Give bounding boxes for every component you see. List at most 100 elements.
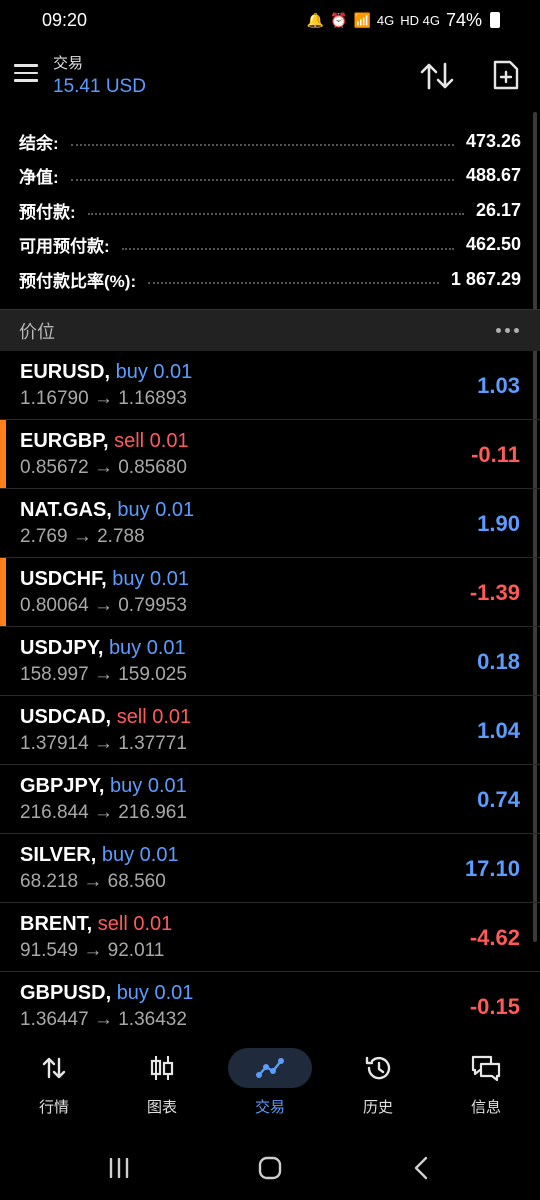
dotted-leader: [121, 247, 454, 250]
summary-value: 473.26: [465, 130, 521, 151]
position-symbol: USDJPY,: [20, 637, 104, 659]
nav-chart[interactable]: 图表: [108, 1038, 216, 1128]
app-header: 交易 15.41 USD: [0, 40, 540, 112]
dotted-leader: [87, 213, 464, 216]
position-side: buy 0.01: [101, 844, 179, 866]
position-profit: 1.90: [477, 511, 520, 536]
position-side: buy 0.01: [108, 637, 186, 659]
position-profit: -0.15: [469, 994, 520, 1019]
nav-label: 历史: [362, 1099, 393, 1116]
summary-value: 1 867.29: [450, 268, 521, 289]
summary-row: 可用预付款: 462.50: [0, 228, 540, 263]
position-row[interactable]: SILVER, buy 0.01 68.218 → 68.560 17.10: [0, 834, 540, 903]
account-summary: 结余: 473.26 净值: 488.67 预付款: 26.17 可用预付款: …: [0, 124, 540, 297]
nav-label: 信息: [470, 1099, 501, 1116]
summary-value: 462.50: [465, 234, 521, 255]
position-profit: 17.10: [464, 856, 520, 881]
status-icons: 🔔 ⏰ 📶 4G HD 4G 74%: [307, 10, 500, 31]
positions-section-header: 价位: [0, 309, 540, 351]
position-side: sell 0.01: [114, 430, 189, 452]
bottom-navigation: 行情 图表 交易 历史 信息: [0, 1038, 540, 1128]
trade-icon: [256, 1058, 284, 1078]
summary-label: 可用预付款:: [19, 237, 110, 257]
position-row[interactable]: EURGBP, sell 0.01 0.85672 → 0.85680 -0.1…: [0, 420, 540, 489]
position-symbol: EURGBP,: [20, 430, 109, 452]
nav-label: 行情: [38, 1099, 69, 1116]
summary-row: 预付款比率(%): 1 867.29: [0, 262, 540, 297]
position-prices: 1.36447 → 1.36432: [20, 1009, 187, 1027]
summary-row: 结余: 473.26: [0, 124, 540, 159]
summary-value: 488.67: [465, 165, 521, 186]
position-prices: 2.769 → 2.788: [20, 526, 145, 547]
position-symbol: BRENT,: [20, 913, 93, 935]
position-row[interactable]: BRENT, sell 0.01 91.549 → 92.011 -4.62: [0, 903, 540, 972]
position-row[interactable]: NAT.GAS, buy 0.01 2.769 → 2.788 1.90: [0, 489, 540, 558]
notification-icon: 🔔: [306, 11, 325, 28]
battery-percent: 74%: [445, 9, 482, 30]
chart-icon: [150, 1056, 174, 1080]
dotted-leader: [70, 144, 454, 147]
sort-arrows-icon[interactable]: [420, 62, 454, 90]
position-prices: 158.997 → 159.025: [20, 664, 187, 685]
position-prices: 1.16790 → 1.16893: [20, 388, 187, 409]
position-side: sell 0.01: [97, 913, 173, 935]
nav-trade[interactable]: 交易: [216, 1038, 324, 1128]
quotes-icon: [42, 1057, 66, 1079]
position-symbol: EURUSD,: [20, 361, 111, 383]
position-profit: 0.74: [477, 787, 520, 812]
network-2-label: HD 4G: [400, 12, 440, 28]
home-icon[interactable]: [258, 1156, 282, 1180]
position-side: sell 0.01: [116, 706, 192, 728]
position-prices: 216.844 → 216.961: [20, 802, 187, 823]
summary-label: 预付款比率(%):: [19, 271, 137, 291]
messages-icon: [471, 1055, 501, 1082]
position-side: buy 0.01: [112, 568, 189, 590]
position-row[interactable]: USDCAD, sell 0.01 1.37914 → 1.37771 1.04: [0, 696, 540, 765]
nav-history[interactable]: 历史: [324, 1038, 432, 1128]
system-navigation: [0, 1140, 540, 1200]
position-symbol: SILVER,: [20, 844, 97, 866]
position-row[interactable]: GBPUSD, buy 0.01 1.36447 → 1.36432 -0.15: [0, 972, 540, 1027]
nav-label: 图表: [146, 1099, 177, 1116]
wifi-icon: 📶: [353, 11, 371, 28]
position-marker: [0, 420, 6, 488]
position-profit: 1.03: [477, 373, 520, 398]
position-symbol: GBPJPY,: [20, 775, 105, 797]
recent-apps-icon[interactable]: [107, 1158, 131, 1178]
position-side: buy 0.01: [116, 982, 194, 1004]
nav-messages[interactable]: 信息: [432, 1038, 540, 1128]
summary-row: 净值: 488.67: [0, 159, 540, 194]
menu-icon[interactable]: [14, 64, 38, 82]
position-prices: 1.37914 → 1.37771: [20, 733, 187, 754]
position-profit: -4.62: [469, 925, 520, 950]
summary-row: 预付款: 26.17: [0, 193, 540, 228]
position-row[interactable]: GBPJPY, buy 0.01 216.844 → 216.961 0.74: [0, 765, 540, 834]
summary-label: 净值:: [19, 168, 59, 188]
more-options-icon[interactable]: [496, 328, 519, 333]
position-row[interactable]: USDJPY, buy 0.01 158.997 → 159.025 0.18: [0, 627, 540, 696]
position-side: buy 0.01: [115, 361, 193, 383]
position-symbol: USDCAD,: [20, 706, 112, 728]
position-prices: 0.85672 → 0.85680: [20, 457, 187, 478]
position-symbol: USDCHF,: [20, 568, 107, 590]
position-prices: 68.218 → 68.560: [20, 871, 166, 892]
position-side: buy 0.01: [110, 775, 187, 797]
position-row[interactable]: EURUSD, buy 0.01 1.16790 → 1.16893 1.03: [0, 351, 540, 420]
position-side: buy 0.01: [117, 499, 195, 521]
dotted-leader: [70, 178, 454, 181]
position-prices: 0.80064 → 0.79953: [20, 595, 187, 616]
battery-icon: [490, 12, 500, 28]
back-icon[interactable]: [410, 1156, 434, 1180]
position-profit: -1.39: [469, 580, 520, 605]
new-document-icon[interactable]: [492, 59, 520, 91]
nav-label: 交易: [254, 1099, 285, 1116]
position-marker: [0, 558, 6, 626]
position-row[interactable]: USDCHF, buy 0.01 0.80064 → 0.79953 -1.39: [0, 558, 540, 627]
status-bar: 09:20 🔔 ⏰ 📶 4G HD 4G 74%: [0, 0, 540, 40]
history-icon: [365, 1056, 391, 1080]
position-profit: -0.11: [471, 442, 520, 467]
position-profit: 0.18: [477, 649, 520, 674]
nav-quotes[interactable]: 行情: [0, 1038, 108, 1128]
position-symbol: GBPUSD,: [20, 982, 112, 1004]
summary-value: 26.17: [475, 199, 521, 220]
